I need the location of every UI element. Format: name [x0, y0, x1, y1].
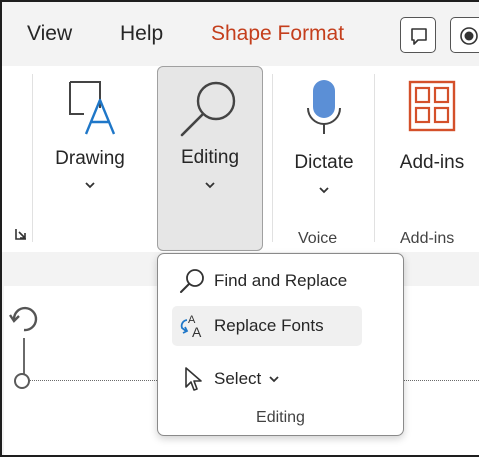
- tab-view[interactable]: View: [27, 22, 72, 46]
- resize-handle[interactable]: [14, 373, 30, 389]
- search-icon: [180, 269, 204, 293]
- comments-button[interactable]: [400, 17, 436, 53]
- editing-label: Editing: [180, 147, 240, 168]
- addins-grid-icon: [408, 80, 456, 132]
- dictate-label: Dictate: [294, 152, 354, 173]
- record-icon: [460, 27, 478, 45]
- record-button[interactable]: [450, 17, 479, 53]
- menu-item-replace-fonts[interactable]: A A Replace Fonts: [172, 306, 362, 346]
- select-label: Select: [214, 369, 262, 388]
- group-label-voice: Voice: [298, 230, 338, 247]
- menu-item-select[interactable]: Select: [172, 359, 332, 399]
- pointer-icon: [185, 367, 202, 391]
- dictate-button[interactable]: Dictate: [282, 72, 366, 212]
- drawing-shape-icon: [69, 81, 116, 135]
- chevron-down-icon: [269, 376, 279, 383]
- chevron-down-icon: [319, 187, 329, 194]
- svg-text:A: A: [192, 324, 202, 340]
- drawing-button[interactable]: Drawing: [42, 72, 138, 247]
- editing-dropdown-menu: Find and Replace A A Replace Fonts Selec…: [157, 253, 404, 436]
- group-label-addins: Add-ins: [400, 230, 455, 247]
- menu-bar: View Help Shape Format: [2, 2, 479, 66]
- window-frame: View Help Shape Format Drawing Editing D…: [0, 0, 479, 457]
- rotate-handle-icon[interactable]: [2, 297, 46, 341]
- magnifier-icon: [180, 81, 236, 137]
- addins-button[interactable]: Add-ins: [384, 72, 479, 202]
- dialog-launcher-icon[interactable]: [14, 227, 28, 241]
- find-and-replace-label: Find and Replace: [214, 271, 348, 290]
- chevron-down-icon: [205, 182, 215, 189]
- replace-fonts-label: Replace Fonts: [214, 316, 324, 335]
- chevron-down-icon: [85, 182, 95, 189]
- dropdown-group-label: Editing: [256, 409, 305, 426]
- ribbon-separator: [374, 74, 375, 242]
- tab-shape-format[interactable]: Shape Format: [211, 22, 344, 46]
- replace-fonts-icon: A A: [180, 314, 202, 340]
- ribbon-separator: [32, 74, 33, 242]
- microphone-icon: [307, 80, 341, 134]
- ribbon-separator: [272, 74, 273, 242]
- menu-item-find-and-replace[interactable]: Find and Replace: [172, 261, 392, 301]
- tab-help[interactable]: Help: [120, 22, 163, 46]
- drawing-label: Drawing: [55, 148, 125, 169]
- addins-label: Add-ins: [399, 152, 465, 173]
- rotate-handle-stem: [23, 338, 25, 376]
- comment-icon: [411, 28, 427, 45]
- editing-button[interactable]: Editing: [157, 66, 263, 251]
